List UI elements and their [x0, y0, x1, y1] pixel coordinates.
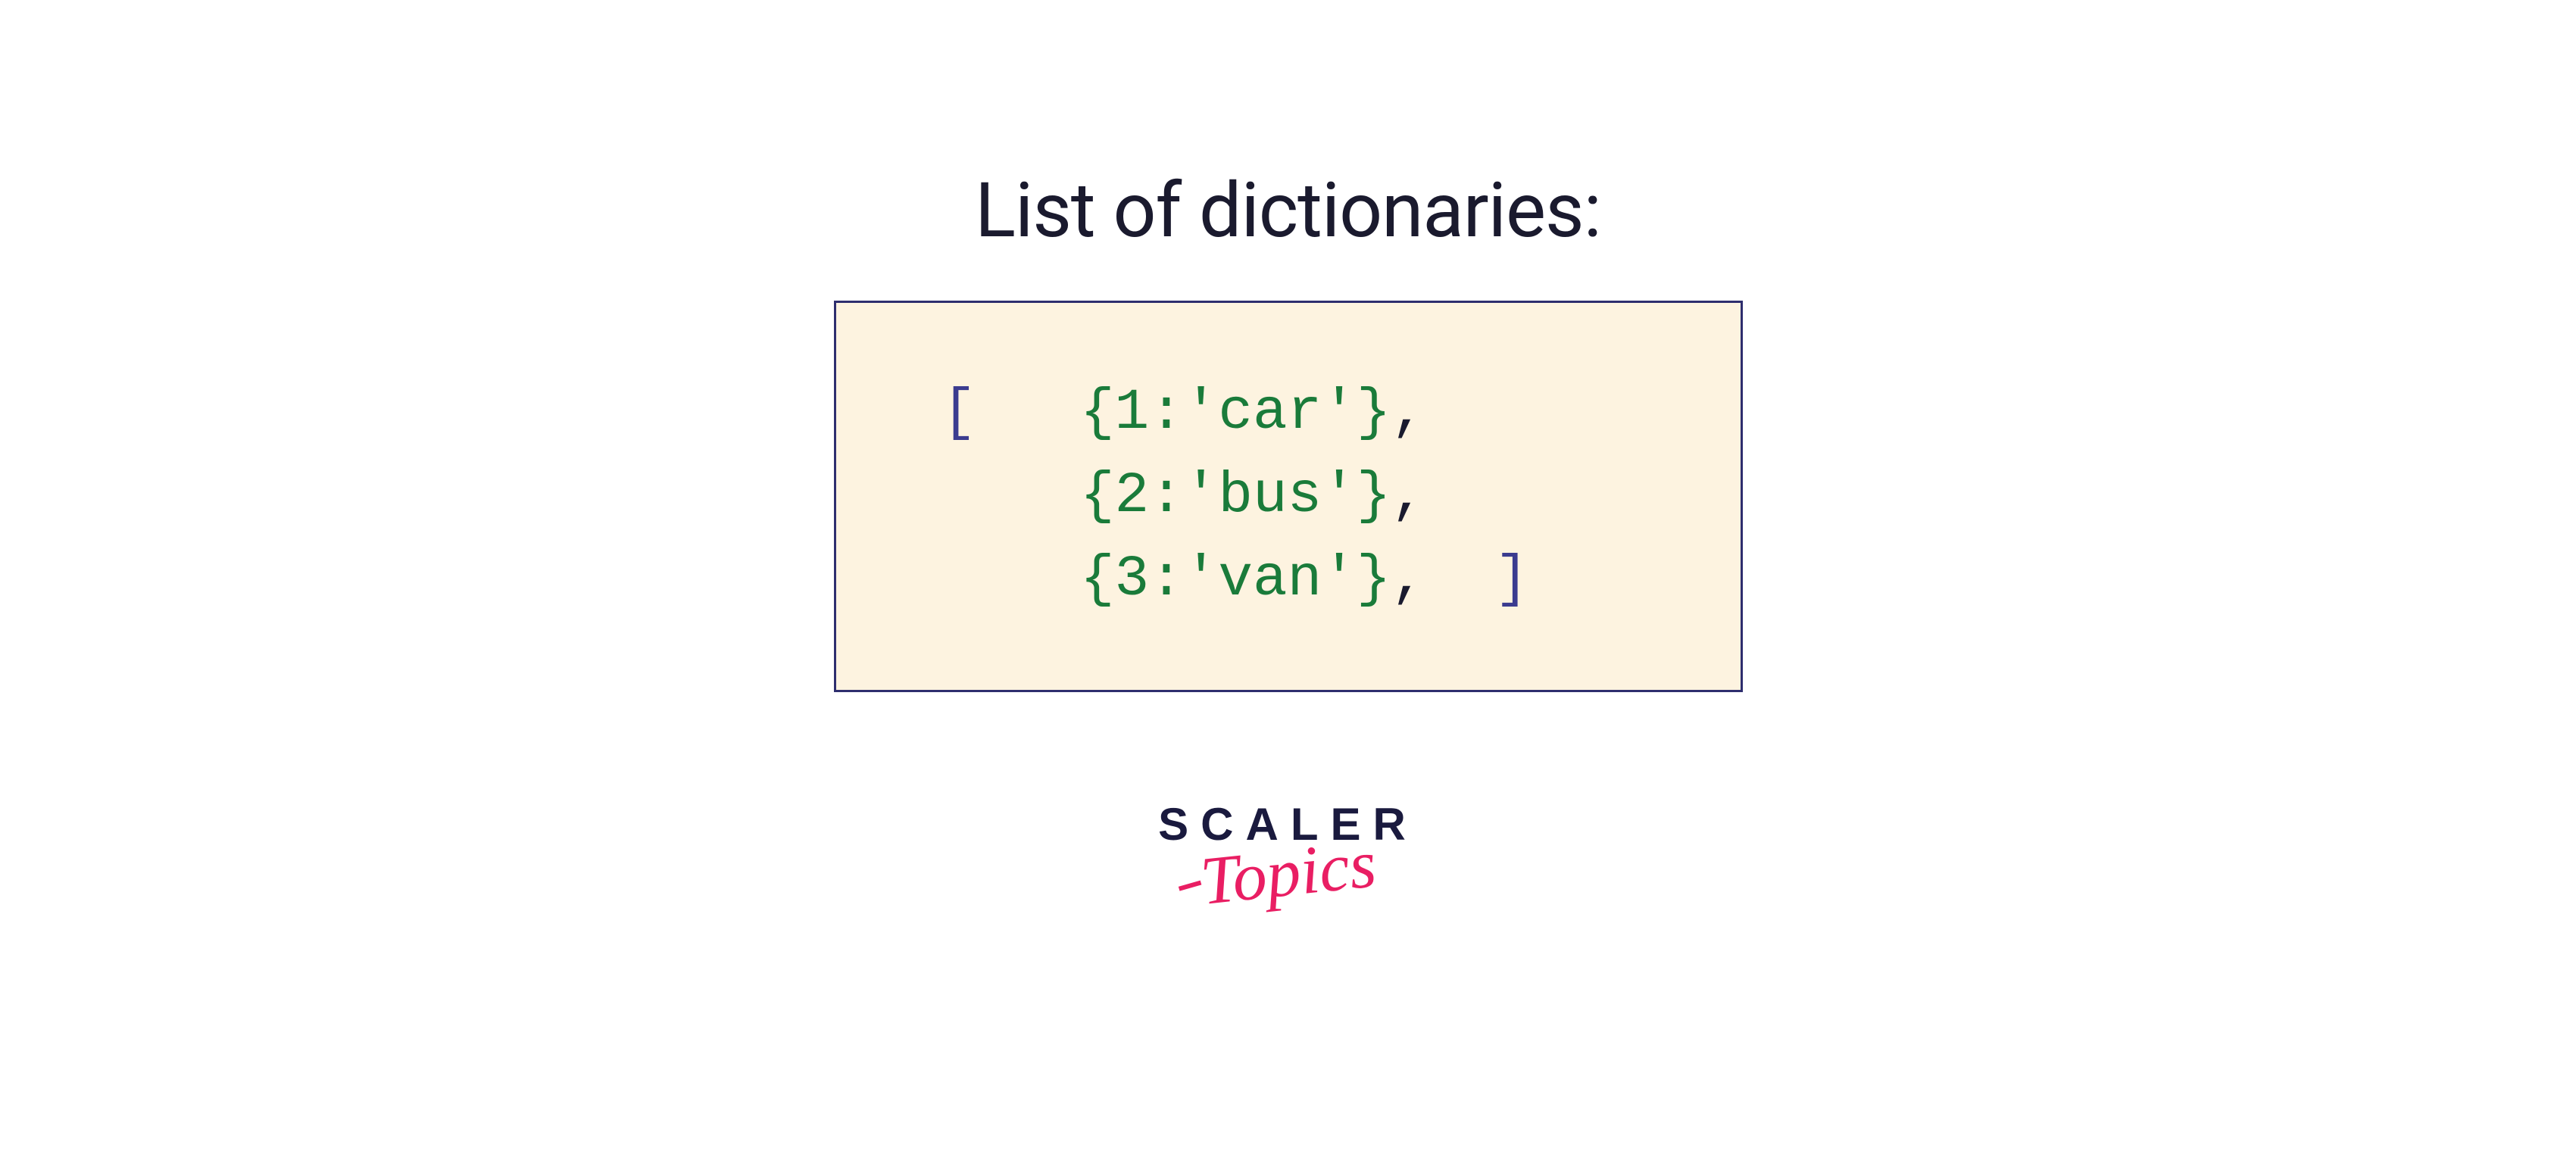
comma: ,: [1391, 547, 1425, 612]
logo: SCALER Topics: [1158, 798, 1418, 912]
dict-entry: {3:'van'}: [1080, 547, 1391, 612]
code-line-2: {2:'bus'},: [942, 454, 1665, 538]
open-bracket: [: [942, 380, 977, 445]
code-line-1: [ {1:'car'},: [942, 371, 1665, 454]
dict-entry: {1:'car'}: [1080, 380, 1391, 445]
code-line-3: {3:'van'}, ]: [942, 538, 1665, 621]
page-title: List of dictionaries:: [975, 167, 1601, 255]
comma: ,: [1391, 380, 1425, 445]
code-box: [ {1:'car'}, {2:'bus'}, {3:'van'}, ]: [834, 301, 1743, 692]
comma: ,: [1391, 463, 1425, 529]
dict-entry: {2:'bus'}: [1080, 463, 1391, 529]
close-bracket: ]: [1494, 547, 1529, 612]
